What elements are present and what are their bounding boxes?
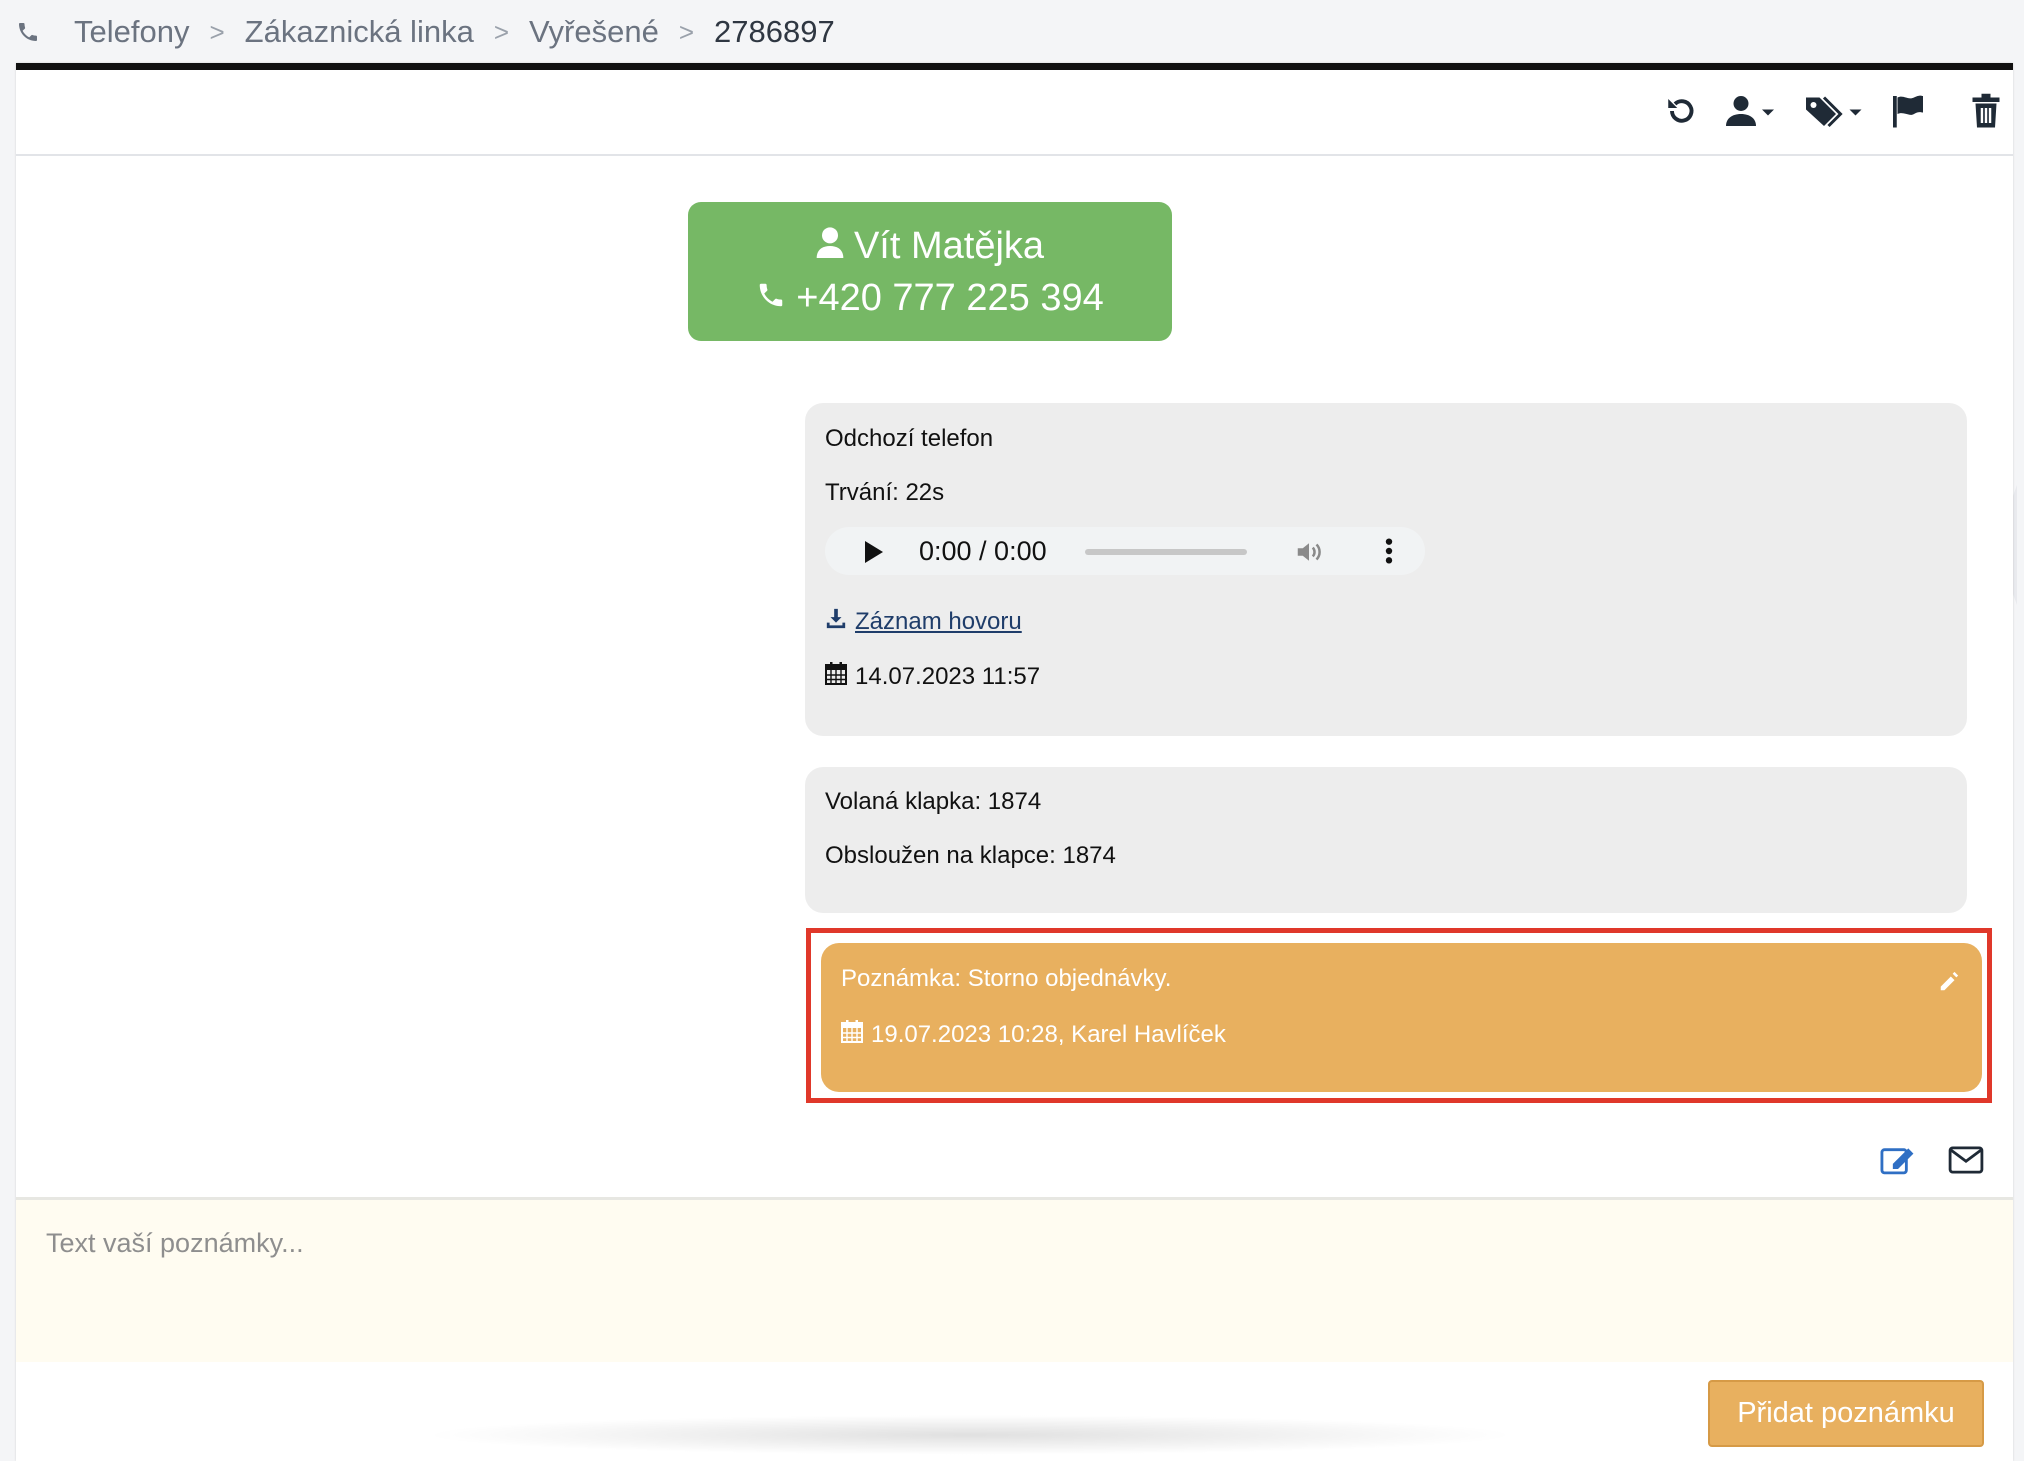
play-icon[interactable] xyxy=(865,541,883,563)
call-duration-text: Trvání: 22s xyxy=(825,479,945,506)
tags-icon xyxy=(1802,93,1864,134)
call-type: Odchozí telefon xyxy=(825,425,993,453)
audio-progress-slider[interactable] xyxy=(1085,549,1247,555)
served-extension-text: Obsloužen na klapce: 1874 xyxy=(825,842,1116,869)
breadcrumb-zakaznicka-linka[interactable]: Zákaznická linka xyxy=(245,14,474,50)
more-options-icon[interactable] xyxy=(1383,535,1395,574)
note-bubble: Poznámka: Storno objednávky. 19.07.2023 … xyxy=(821,943,1982,1092)
email-mode-button[interactable] xyxy=(1948,1142,1984,1182)
calendar-icon xyxy=(825,661,847,692)
add-note-button[interactable]: Přidat poznámku xyxy=(1708,1380,1984,1447)
phone-icon xyxy=(756,272,786,324)
breadcrumb-telefony[interactable]: Telefony xyxy=(74,14,189,50)
called-extension: Volaná klapka: 1874 xyxy=(825,788,1041,816)
note-mode-button[interactable] xyxy=(1880,1142,1916,1182)
recording-link[interactable]: Záznam hovoru xyxy=(855,608,1022,636)
note-text: Poznámka: Storno objednávky. xyxy=(841,965,1171,993)
bottom-shadow xyxy=(420,1415,1520,1455)
served-extension: Obsloužen na klapce: 1874 xyxy=(825,842,1116,870)
phone-icon xyxy=(16,18,44,46)
note-text-value: Poznámka: Storno objednávky. xyxy=(841,965,1172,992)
calendar-icon xyxy=(841,1019,863,1050)
note-composer xyxy=(16,1197,2013,1362)
edit-note-icon[interactable] xyxy=(1938,971,1960,1000)
audio-time: 0:00 / 0:00 xyxy=(919,536,1047,566)
contact-card: Vít Matějka +420 777 225 394 xyxy=(688,202,1172,341)
user-icon xyxy=(816,220,844,272)
audio-player: 0:00 / 0:00 xyxy=(825,527,1425,575)
breadcrumb: Telefony > Zákaznická linka > Vyřešené >… xyxy=(16,10,835,54)
call-duration: Trvání: 22s xyxy=(825,479,944,507)
call-date: 14.07.2023 11:57 xyxy=(825,661,1040,692)
tags-button[interactable] xyxy=(1802,92,1864,134)
envelope-icon xyxy=(1948,1146,1984,1179)
breadcrumb-current: 2786897 xyxy=(714,14,835,49)
trash-icon xyxy=(1971,93,2001,134)
assign-user-icon xyxy=(1724,93,1776,134)
flag-icon xyxy=(1889,93,1927,134)
note-meta-text: 19.07.2023 10:28, Karel Havlíček xyxy=(871,1020,1226,1048)
note-textarea[interactable] xyxy=(16,1200,2013,1362)
contact-name: Vít Matějka xyxy=(853,224,1045,267)
call-date-text: 14.07.2023 11:57 xyxy=(855,662,1041,690)
edit-note-mode-icon xyxy=(1880,1144,1916,1181)
download-icon xyxy=(825,607,847,636)
call-record-bubble: Odchozí telefon Trvání: 22s 0:00 / 0:00 … xyxy=(805,403,1967,736)
extension-bubble: Volaná klapka: 1874 Obsloužen na klapce:… xyxy=(805,767,1967,913)
breadcrumb-separator: > xyxy=(209,16,225,47)
refresh-button[interactable] xyxy=(1663,92,1699,134)
refresh-icon xyxy=(1663,93,1699,134)
flag-button[interactable] xyxy=(1889,92,1927,134)
volume-icon[interactable] xyxy=(1293,537,1325,574)
delete-button[interactable] xyxy=(1971,92,2001,134)
breadcrumb-separator: > xyxy=(678,16,694,47)
note-meta: 19.07.2023 10:28, Karel Havlíček xyxy=(841,1019,1226,1050)
call-type-text: Odchozí telefon xyxy=(825,425,994,452)
ticket-toolbar xyxy=(16,70,2013,156)
called-extension-text: Volaná klapka: 1874 xyxy=(825,788,1042,815)
add-note-label: Přidat poznámku xyxy=(1737,1397,1955,1429)
breadcrumb-separator: > xyxy=(493,16,509,47)
contact-phone: +420 777 225 394 xyxy=(796,276,1104,319)
assign-user-button[interactable] xyxy=(1724,92,1776,134)
recording-download[interactable]: Záznam hovoru xyxy=(825,607,1022,636)
breadcrumb-vyresene[interactable]: Vyřešené xyxy=(529,14,659,50)
